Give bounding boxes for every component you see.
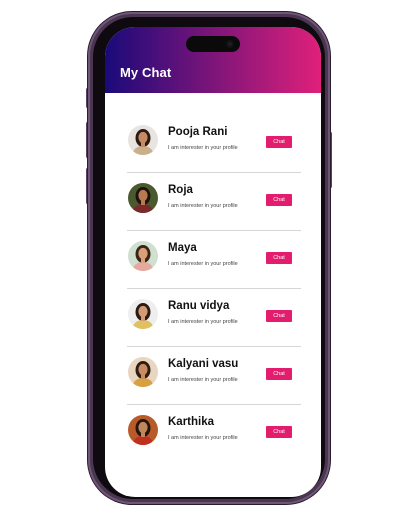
chat-list-item[interactable]: Pooja Rani I am interester in your profi… [127,115,301,173]
chat-list-item[interactable]: Ranu vidya I am interester in your profi… [127,289,301,347]
message-preview: I am interester in your profile [168,435,238,441]
chat-list-item[interactable]: Roja I am interester in your profile Cha… [127,173,301,231]
avatar [128,241,158,271]
avatar [128,125,158,155]
message-preview: I am interester in your profile [168,203,238,209]
avatar [128,357,158,387]
contact-name: Karthika [168,416,215,428]
front-camera-icon [226,40,234,48]
woman-portrait-icon [128,183,158,213]
message-preview: I am interester in your profile [168,319,238,325]
app-screen: My Chat Pooja Rani I am interester in yo… [105,27,321,497]
chat-list: Pooja Rani I am interester in your profi… [127,115,301,462]
avatar [128,183,158,213]
chat-button[interactable]: Chat [266,310,292,322]
contact-name: Ranu vidya [168,300,230,312]
chat-button[interactable]: Chat [266,252,292,264]
contact-name: Maya [168,242,197,254]
chat-list-item[interactable]: Maya I am interester in your profile Cha… [127,231,301,289]
chat-button[interactable]: Chat [266,194,292,206]
page-title: My Chat [120,65,172,80]
message-preview: I am interester in your profile [168,377,238,383]
chat-list-item[interactable]: Kalyani vasu I am interester in your pro… [127,347,301,405]
woman-portrait-icon [128,125,158,155]
message-preview: I am interester in your profile [168,261,238,267]
contact-name: Kalyani vasu [168,358,239,370]
dynamic-island [186,36,240,52]
chat-button[interactable]: Chat [266,426,292,438]
woman-portrait-icon [128,357,158,387]
phone-bezel: My Chat Pooja Rani I am interester in yo… [93,17,325,499]
phone-frame: My Chat Pooja Rani I am interester in yo… [88,12,330,504]
woman-portrait-icon [128,241,158,271]
chat-list-item[interactable]: Karthika I am interester in your profile… [127,405,301,462]
chat-button[interactable]: Chat [266,368,292,380]
avatar [128,415,158,445]
chat-button[interactable]: Chat [266,136,292,148]
contact-name: Roja [168,184,193,196]
woman-portrait-icon [128,415,158,445]
message-preview: I am interester in your profile [168,145,238,151]
contact-name: Pooja Rani [168,126,228,138]
woman-portrait-icon [128,299,158,329]
avatar [128,299,158,329]
